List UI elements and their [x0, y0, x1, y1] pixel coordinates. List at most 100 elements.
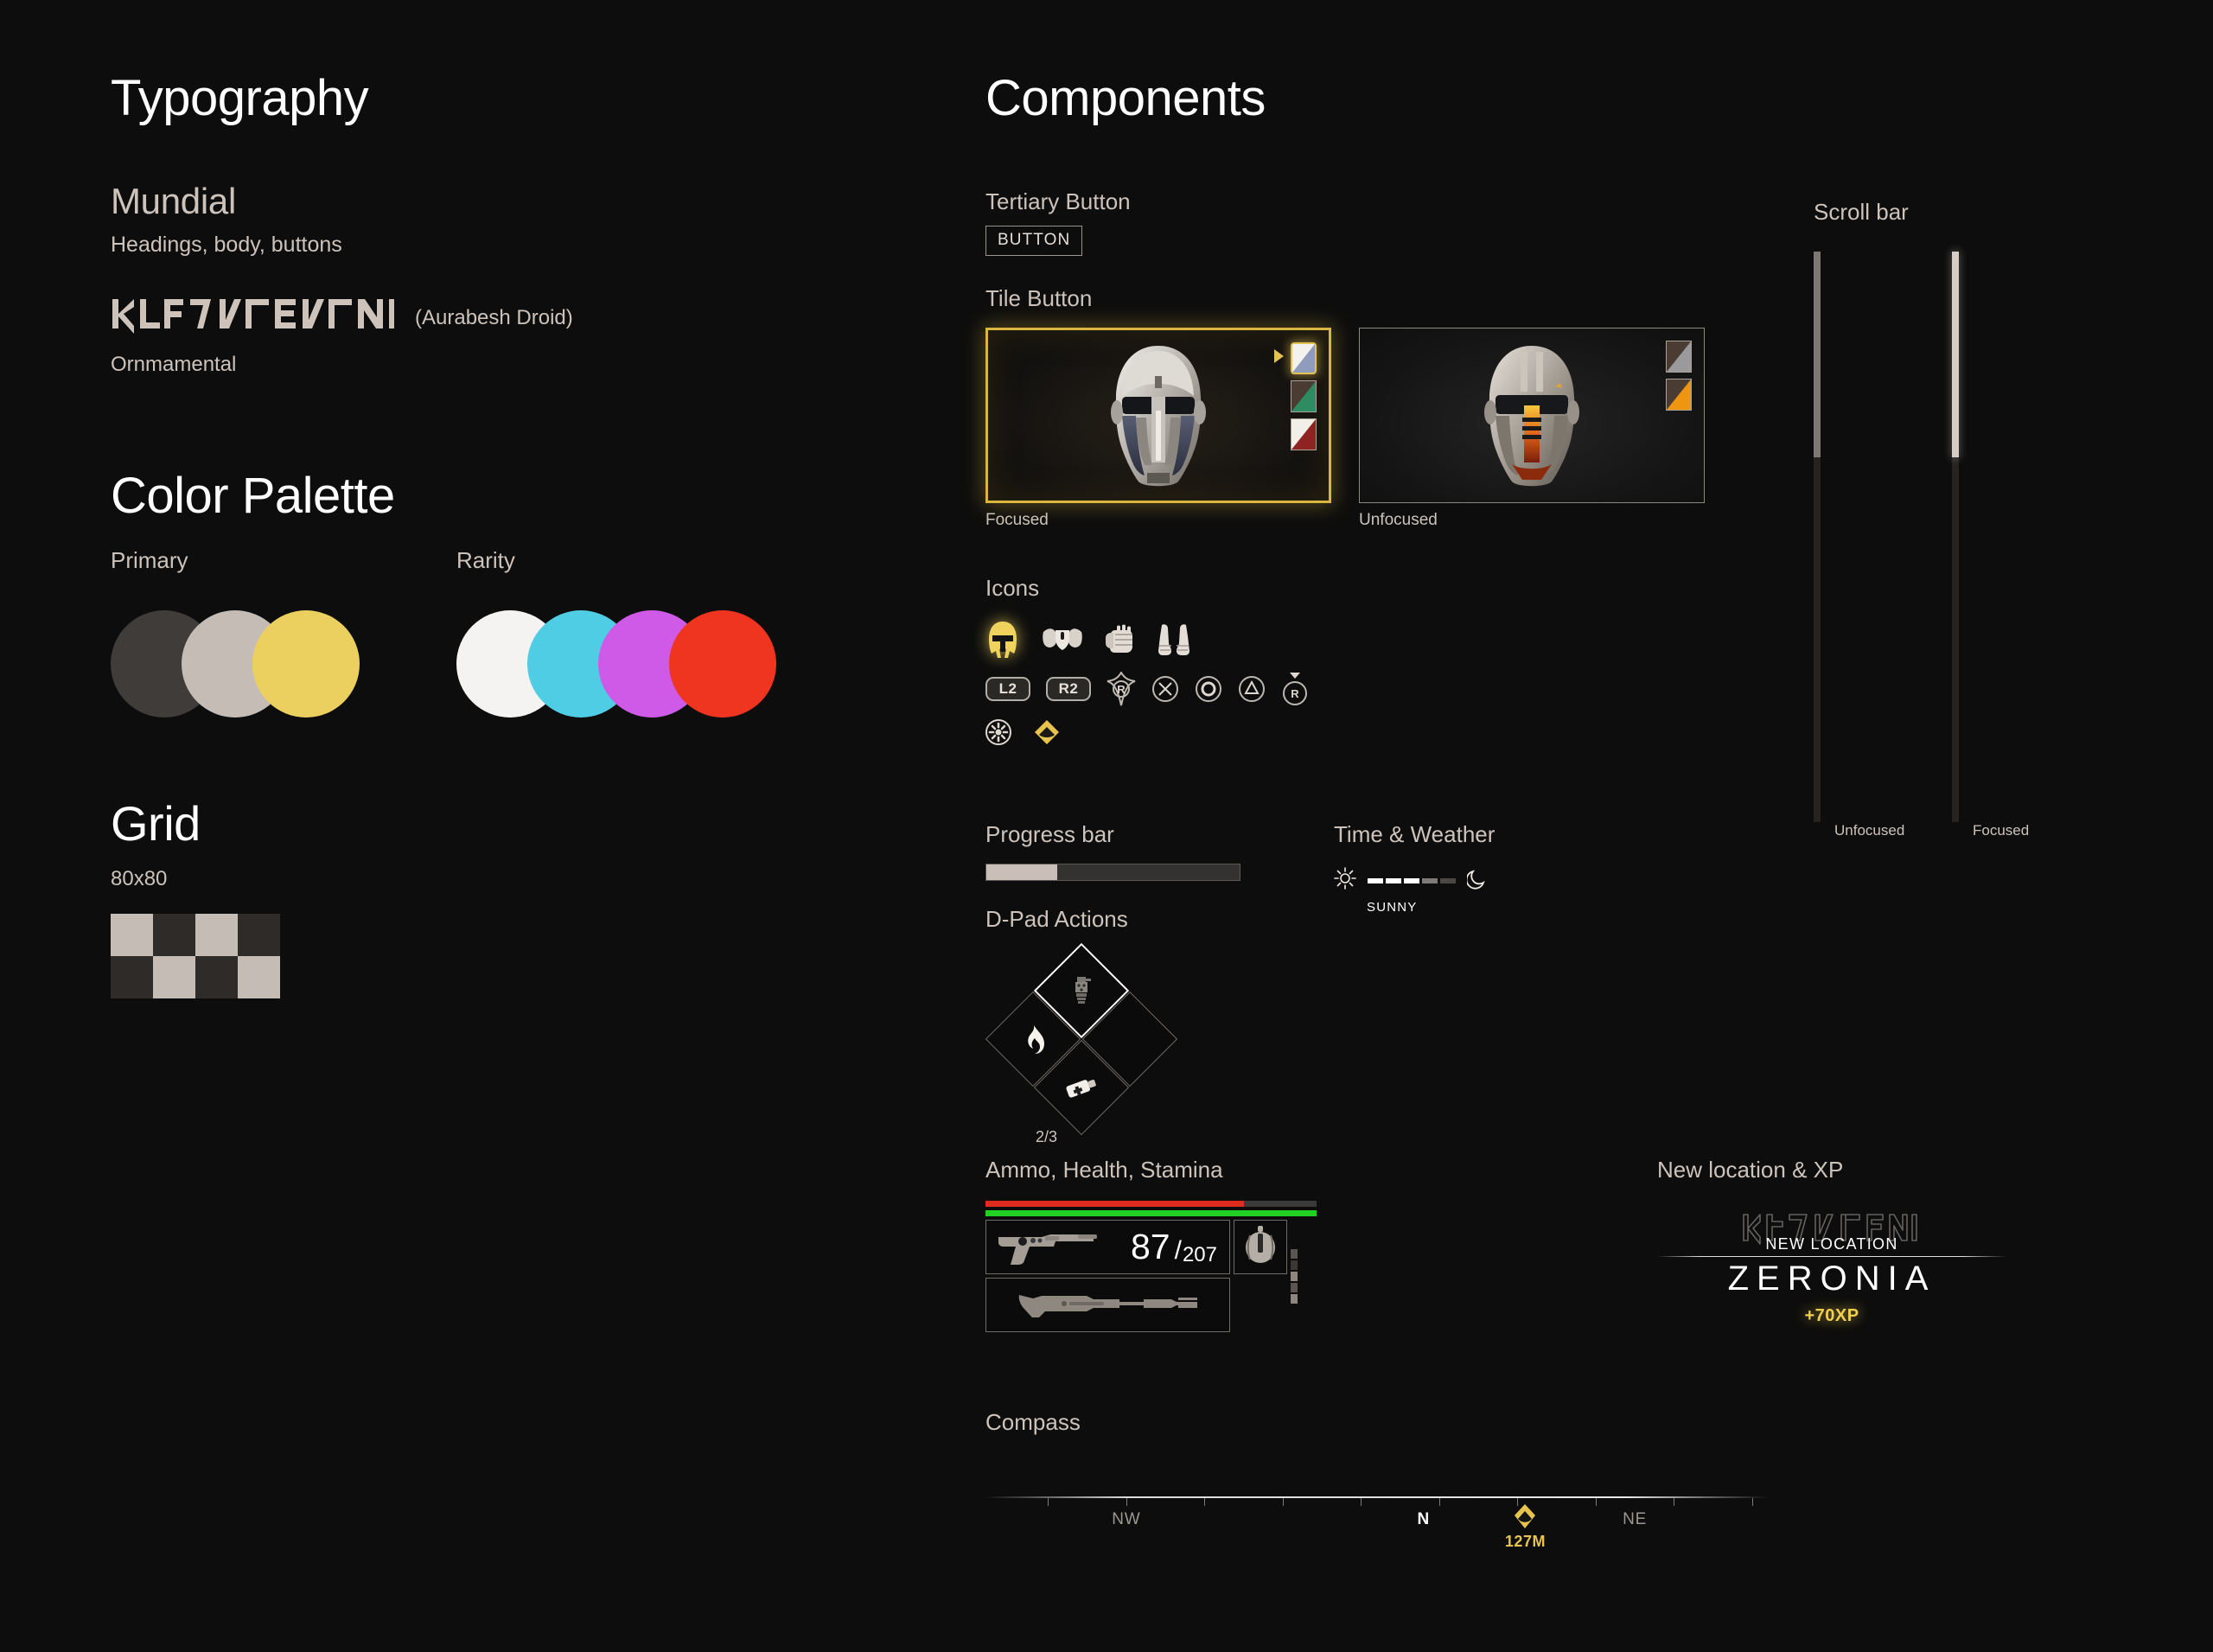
mandalorian-helmet-alt-icon — [1467, 343, 1597, 488]
font-mundial-block: Mundial Headings, body, buttons — [111, 181, 958, 258]
color-palette-section: Color Palette Primary Rarity — [111, 467, 958, 718]
r-stick-icon[interactable]: R — [1106, 672, 1136, 706]
tile-unfocused-caption: Unfocused — [1359, 511, 1438, 529]
triangle-button-icon[interactable] — [1238, 675, 1266, 703]
time-segment-1 — [1386, 877, 1401, 883]
tile-swatch-focused-1[interactable] — [1291, 380, 1317, 412]
typography-section: Typography Mundial Headings, body, butto… — [111, 69, 958, 377]
grid-cell — [153, 914, 195, 956]
location-label: New location & XP — [1657, 1157, 1844, 1183]
gauntlet-icon[interactable] — [1105, 624, 1134, 655]
weather-condition: SUNNY — [1367, 900, 1418, 915]
scrollbar-focused-thumb[interactable] — [1952, 252, 1959, 457]
grenade-icon — [1070, 975, 1093, 1006]
time-weather-block: Time & Weather SUNNY — [1334, 821, 1495, 915]
tile-focused-caption: Focused — [985, 511, 1049, 529]
scrollbar-focused[interactable] — [1952, 252, 1959, 822]
new-location-block: New location & XP NEW LOCATION ZERONIA +… — [1657, 1157, 2006, 1325]
grid-cell — [238, 956, 280, 998]
scrollbar-block: Scroll bar Unfocused Focused — [1814, 199, 2047, 843]
boots-icon[interactable] — [1157, 623, 1191, 656]
l2-button-icon[interactable]: L2 — [985, 677, 1030, 701]
tile-label: Tile Button — [985, 285, 1093, 311]
primary-weapon-slot[interactable]: 87 / 207 — [985, 1220, 1230, 1274]
time-segment-2 — [1404, 877, 1419, 883]
time-segment-3 — [1422, 877, 1438, 883]
weather-label: Time & Weather — [1334, 821, 1496, 847]
typography-heading: Typography — [111, 70, 369, 126]
helmet-icon[interactable] — [985, 621, 1020, 659]
tile-swatch-unfocused-1[interactable] — [1666, 379, 1692, 411]
sun-icon — [1334, 867, 1356, 894]
ammo-counter: 87 / 207 — [1131, 1227, 1217, 1267]
compass-block: Compass NW N NE 127M — [985, 1409, 1768, 1552]
unfocused-swatch-list — [1666, 341, 1692, 411]
palette-group-primary: Primary — [111, 547, 456, 718]
health-bar — [985, 1201, 1317, 1207]
tertiary-label: Tertiary Button — [985, 188, 1131, 214]
grid-cell — [238, 914, 280, 956]
progress-label: Progress bar — [985, 821, 1114, 847]
compass-tick — [1438, 1498, 1440, 1506]
icons-label: Icons — [985, 575, 1040, 601]
tertiary-button[interactable]: BUTTON — [985, 226, 1083, 256]
stamina-pip-column — [1291, 1220, 1298, 1332]
compass-tick — [1361, 1498, 1362, 1506]
cross-button-icon[interactable] — [1151, 675, 1179, 703]
compass-strip[interactable]: NW N NE 127M — [985, 1477, 1768, 1552]
location-toast: NEW LOCATION ZERONIA +70XP — [1657, 1206, 2006, 1325]
rarity-swatch-row — [456, 610, 776, 718]
aurabesh-sample-row: (Aurabesh Droid) — [111, 294, 958, 334]
scrollbar-unfocused[interactable] — [1814, 252, 1821, 822]
ammo-label: Ammo, Health, Stamina — [985, 1157, 1223, 1183]
time-segment-0 — [1368, 877, 1383, 883]
compass-label-ne: NE — [1623, 1510, 1648, 1528]
r-stick-down-icon[interactable]: R — [1281, 671, 1309, 707]
blaster-pistol-icon — [995, 1225, 1099, 1269]
secondary-weapon-slot[interactable] — [985, 1278, 1230, 1332]
tile-swatch-focused-2[interactable] — [1291, 418, 1317, 450]
grid-cell — [111, 956, 153, 998]
progress-bar-track[interactable] — [985, 864, 1240, 881]
grid-cell — [111, 914, 153, 956]
icons-row-armor — [985, 621, 1309, 659]
tile-swatch-focused-0[interactable] — [1291, 342, 1317, 374]
grid-cell — [153, 956, 195, 998]
rarity-title: Rarity — [456, 547, 515, 573]
r2-button-icon[interactable]: R2 — [1046, 677, 1091, 701]
compass-tick — [1126, 1498, 1127, 1506]
focused-swatch-list — [1291, 342, 1317, 450]
palette-heading: Color Palette — [111, 468, 395, 524]
icons-row-buttons: L2 R2 R R — [985, 671, 1309, 707]
font-name: Mundial — [111, 181, 236, 221]
time-segment-4 — [1440, 877, 1456, 883]
circle-button-icon[interactable] — [1195, 675, 1222, 703]
primary-swatch-2 — [252, 610, 360, 718]
compass-tick — [1751, 1498, 1753, 1506]
compass-label-n: N — [1417, 1510, 1431, 1528]
medpack-icon — [1066, 1077, 1097, 1098]
chest-armor-icon[interactable] — [1043, 627, 1082, 653]
location-divider — [1657, 1256, 2006, 1257]
primary-swatch-row — [111, 610, 456, 718]
tile-button-focused[interactable] — [985, 328, 1331, 503]
tile-button-unfocused[interactable] — [1359, 328, 1705, 503]
compass-label: Compass — [985, 1409, 1081, 1435]
compass-distance: 127M — [1504, 1533, 1546, 1550]
primary-title: Primary — [111, 547, 188, 573]
icons-block: Icons L2 R2 R R — [985, 575, 1309, 757]
imperial-crest-icon[interactable] — [985, 719, 1011, 745]
aurabesh-note: (Aurabesh Droid) — [415, 306, 573, 329]
components-heading: Components — [985, 70, 1266, 126]
tile-swatch-unfocused-0[interactable] — [1666, 341, 1692, 373]
progress-bar-block: Progress bar — [985, 821, 1240, 881]
scrollbar-focused-caption: Focused — [1973, 822, 2030, 839]
thermal-detonator-icon — [1243, 1225, 1278, 1269]
waypoint-diamond-icon[interactable] — [1034, 719, 1060, 745]
grid-heading: Grid — [111, 796, 201, 851]
compass-waypoint-icon — [1514, 1503, 1536, 1534]
location-eyebrow: NEW LOCATION — [1765, 1235, 1898, 1253]
grenade-slot[interactable] — [1234, 1220, 1287, 1274]
scrollbar-unfocused-thumb[interactable] — [1814, 252, 1821, 457]
time-of-day-slider[interactable] — [1368, 877, 1456, 883]
